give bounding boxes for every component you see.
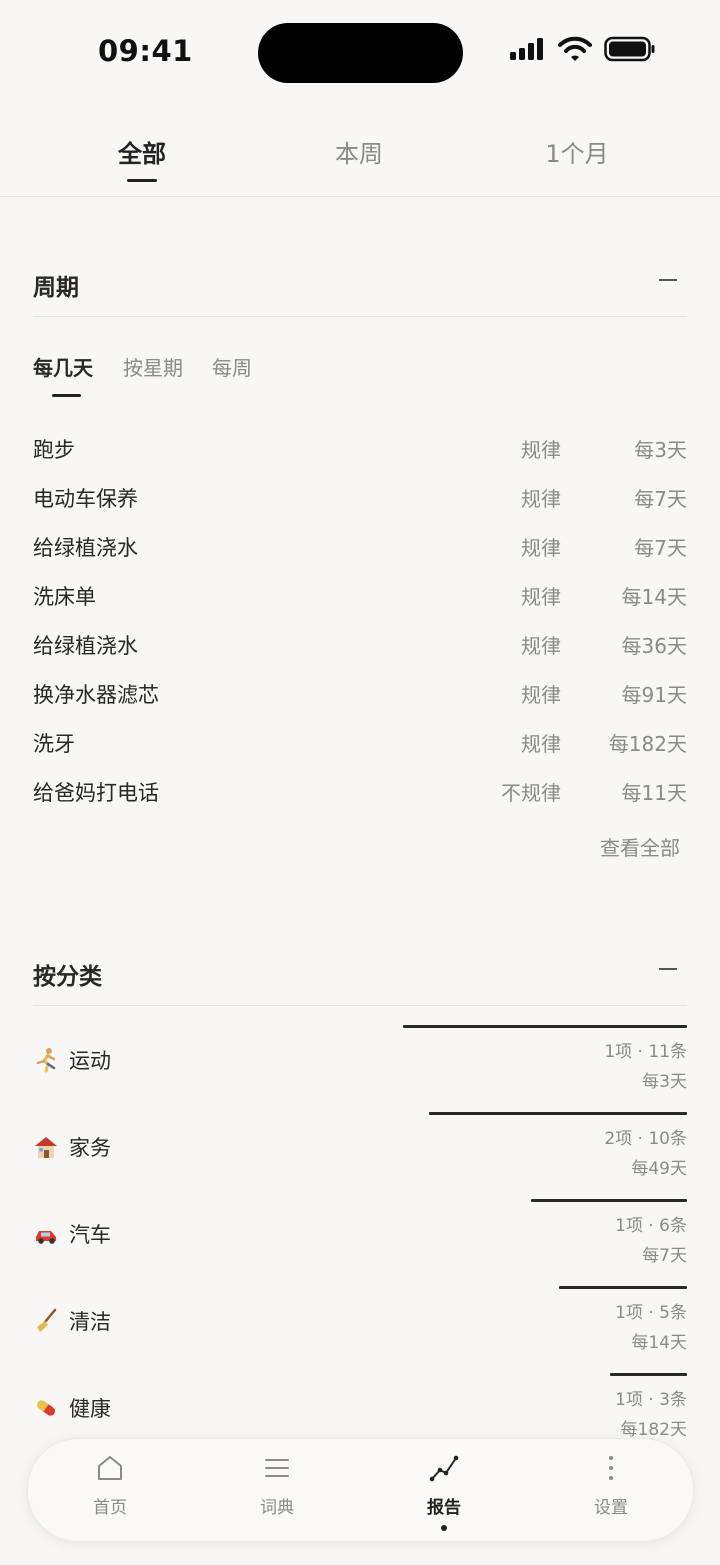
item-name: 洗床单 <box>33 585 96 609</box>
category-share-bar <box>559 1286 687 1289</box>
dynamic-island <box>258 23 463 83</box>
category-name: 家务 <box>69 1136 111 1160</box>
subtab-every-few-days[interactable]: 每几天 <box>33 352 93 381</box>
active-nav-dot <box>441 1525 447 1531</box>
category-frequency: 每7天 <box>642 1246 687 1266</box>
list-item[interactable]: 洗牙 规律 每182天 <box>33 728 687 768</box>
category-name: 汽车 <box>69 1223 111 1247</box>
category-row[interactable]: 运动 1项 · 11条 每3天 <box>33 1025 687 1111</box>
item-name: 给绿植浇水 <box>33 536 138 560</box>
list-item[interactable]: 跑步 规律 每3天 <box>33 434 687 474</box>
list-item[interactable]: 给爸妈打电话 不规律 每11天 <box>33 777 687 817</box>
nav-settings[interactable]: 设置 <box>561 1453 661 1518</box>
category-row[interactable]: 清洁 1项 · 5条 每14天 <box>33 1286 687 1372</box>
nav-label: 词典 <box>260 1498 294 1518</box>
item-type: 规律 <box>521 634 561 658</box>
item-frequency: 每182天 <box>608 732 687 756</box>
category-share-bar <box>531 1199 687 1202</box>
item-name: 换净水器滤芯 <box>33 683 159 707</box>
item-name: 洗牙 <box>33 732 75 756</box>
tab-all[interactable]: 全部 <box>82 134 202 169</box>
home-icon <box>98 1456 122 1480</box>
list-icon <box>265 1459 289 1477</box>
subtab-by-weekday[interactable]: 按星期 <box>123 352 183 381</box>
category-name: 健康 <box>69 1397 111 1421</box>
list-item[interactable]: 电动车保养 规律 每7天 <box>33 483 687 523</box>
item-name: 跑步 <box>33 438 75 462</box>
category-frequency: 每3天 <box>642 1072 687 1092</box>
more-icon <box>609 1456 613 1480</box>
category-row[interactable]: 家务 2项 · 10条 每49天 <box>33 1112 687 1198</box>
active-tab-indicator <box>127 179 157 182</box>
category-name: 运动 <box>69 1049 111 1073</box>
category-stats: 1项 · 5条 <box>615 1303 687 1323</box>
category-stats: 2项 · 10条 <box>604 1129 687 1149</box>
item-name: 给爸妈打电话 <box>33 781 159 805</box>
collapse-button[interactable] <box>655 949 683 985</box>
category-share-bar <box>403 1025 687 1028</box>
item-frequency: 每11天 <box>621 781 687 805</box>
house-icon <box>35 1137 57 1158</box>
nav-report[interactable]: 报告 <box>394 1453 494 1531</box>
nav-label: 设置 <box>594 1498 628 1518</box>
subtab-weekly[interactable]: 每周 <box>212 352 252 381</box>
car-icon <box>36 1231 56 1244</box>
category-stats: 1项 · 6条 <box>615 1216 687 1236</box>
list-item[interactable]: 给绿植浇水 规律 每7天 <box>33 532 687 572</box>
category-share-bar <box>610 1373 687 1376</box>
item-type: 规律 <box>521 732 561 756</box>
item-frequency: 每36天 <box>621 634 687 658</box>
active-subtab-indicator <box>52 394 81 397</box>
item-type: 不规律 <box>501 781 561 805</box>
item-frequency: 每7天 <box>634 487 687 511</box>
item-type: 规律 <box>521 438 561 462</box>
chart-icon <box>429 1455 459 1482</box>
list-item[interactable]: 换净水器滤芯 规律 每91天 <box>33 679 687 719</box>
status-icons <box>508 36 656 62</box>
view-all-link[interactable]: 查看全部 <box>600 832 680 861</box>
status-time: 09:41 <box>98 34 193 68</box>
time-range-tabs: 全部 本周 1个月 <box>0 120 720 197</box>
item-frequency: 每91天 <box>621 683 687 707</box>
pill-icon <box>36 1400 56 1416</box>
list-item[interactable]: 给绿植浇水 规律 每36天 <box>33 630 687 670</box>
cycle-section-header: 周期 <box>33 256 687 317</box>
tab-this-week[interactable]: 本周 <box>299 134 419 169</box>
collapse-button[interactable] <box>655 260 683 296</box>
item-name: 电动车保养 <box>33 487 138 511</box>
category-stats: 1项 · 3条 <box>615 1390 687 1410</box>
nav-dictionary[interactable]: 词典 <box>227 1453 327 1518</box>
item-frequency: 每3天 <box>634 438 687 462</box>
category-name: 清洁 <box>69 1310 111 1334</box>
signal-icon <box>510 38 543 60</box>
wifi-icon <box>558 36 592 61</box>
category-frequency: 每49天 <box>631 1159 687 1179</box>
section-title: 周期 <box>33 275 79 301</box>
category-frequency: 每14天 <box>631 1333 687 1353</box>
category-section-header: 按分类 <box>33 945 687 1006</box>
broom-icon <box>37 1308 57 1332</box>
item-frequency: 每14天 <box>621 585 687 609</box>
category-share-bar <box>429 1112 687 1115</box>
category-stats: 1项 · 11条 <box>604 1042 687 1062</box>
running-icon <box>36 1048 56 1073</box>
item-type: 规律 <box>521 487 561 511</box>
section-title: 按分类 <box>33 964 102 990</box>
item-type: 规律 <box>521 585 561 609</box>
category-frequency: 每182天 <box>620 1420 687 1440</box>
nav-label: 报告 <box>427 1498 461 1518</box>
item-name: 给绿植浇水 <box>33 634 138 658</box>
nav-home[interactable]: 首页 <box>60 1453 160 1518</box>
item-type: 规律 <box>521 536 561 560</box>
battery-icon <box>604 36 655 62</box>
tab-one-month[interactable]: 1个月 <box>517 134 637 169</box>
nav-label: 首页 <box>93 1498 127 1518</box>
category-row[interactable]: 汽车 1项 · 6条 每7天 <box>33 1199 687 1285</box>
item-type: 规律 <box>521 683 561 707</box>
status-bar: 09:41 <box>0 0 720 100</box>
bottom-nav-bar: 首页 词典 报告 设置 <box>27 1438 694 1542</box>
item-frequency: 每7天 <box>634 536 687 560</box>
list-item[interactable]: 洗床单 规律 每14天 <box>33 581 687 621</box>
